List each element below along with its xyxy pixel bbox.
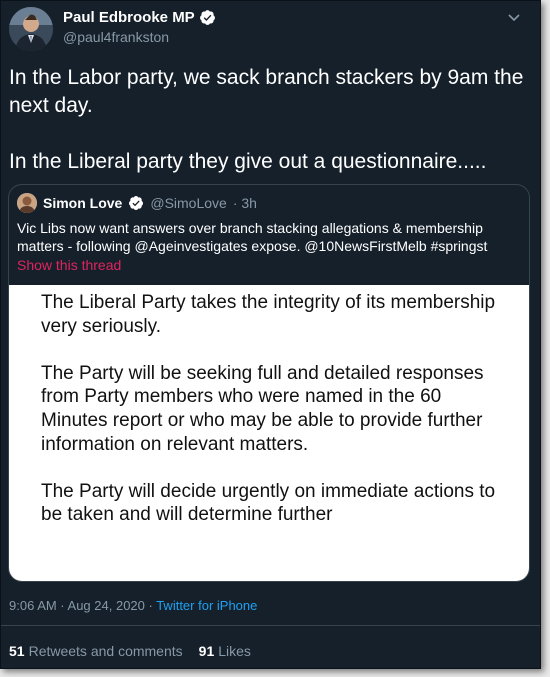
likes-label: Likes	[218, 643, 251, 659]
tweet-text: In the Labor party, we sack branch stack…	[9, 64, 529, 176]
author-names: Paul Edbrooke MP @paul4frankston	[63, 9, 216, 45]
quoted-tweet-header: Simon Love @SimoLove · 3h	[17, 193, 257, 213]
verified-badge-icon	[199, 9, 216, 26]
tweet-paragraph: In the Labor party, we sack branch stack…	[9, 66, 524, 117]
quoted-tweet-text: Vic Libs now want answers over branch st…	[17, 220, 488, 254]
divider	[1, 625, 540, 626]
author-display-name-text[interactable]: Paul Edbrooke MP	[63, 9, 195, 26]
quoted-display-name[interactable]: Simon Love	[43, 195, 122, 211]
author-avatar[interactable]	[9, 7, 53, 51]
quoted-handle[interactable]: @SimoLove	[150, 195, 226, 211]
tweet-paragraph: In the Liberal party they give out a que…	[9, 150, 487, 173]
tweet-header: Paul Edbrooke MP @paul4frankston	[9, 7, 532, 53]
author-display-name[interactable]: Paul Edbrooke MP	[63, 9, 216, 26]
author-handle[interactable]: @paul4frankston	[63, 29, 216, 45]
quoted-tweet[interactable]: Simon Love @SimoLove · 3h Vic Libs now w…	[8, 184, 530, 582]
retweets-stat[interactable]: 51 Retweets and comments	[9, 643, 183, 659]
retweets-count: 51	[9, 643, 25, 659]
chevron-down-icon[interactable]	[506, 9, 526, 29]
image-paragraph: The Party will decide urgently on immedi…	[41, 480, 496, 526]
quoted-author-avatar	[17, 193, 37, 213]
quoted-tweet-image[interactable]: The Liberal Party takes the integrity of…	[9, 285, 529, 581]
likes-stat[interactable]: 91 Likes	[199, 643, 251, 659]
tweet-meta: 9:06 AM · Aug 24, 2020 · Twitter for iPh…	[9, 598, 257, 613]
verified-badge-icon	[128, 195, 144, 211]
image-statement-text: The Liberal Party takes the integrity of…	[41, 291, 511, 551]
likes-count: 91	[198, 643, 215, 659]
retweets-label: Retweets and comments	[28, 643, 183, 659]
show-thread-link[interactable]: Show this thread	[17, 257, 121, 273]
tweet-stats: 51 Retweets and comments 91 Likes	[9, 643, 251, 659]
image-paragraph: The Party will be seeking full and detai…	[41, 362, 484, 455]
quoted-time[interactable]: · 3h	[233, 195, 257, 211]
tweet-card: Paul Edbrooke MP @paul4frankston In the …	[0, 0, 541, 669]
image-paragraph: The Liberal Party takes the integrity of…	[41, 292, 496, 337]
tweet-source-link[interactable]: Twitter for iPhone	[156, 598, 257, 613]
tweet-timestamp[interactable]: 9:06 AM · Aug 24, 2020 ·	[9, 598, 156, 613]
